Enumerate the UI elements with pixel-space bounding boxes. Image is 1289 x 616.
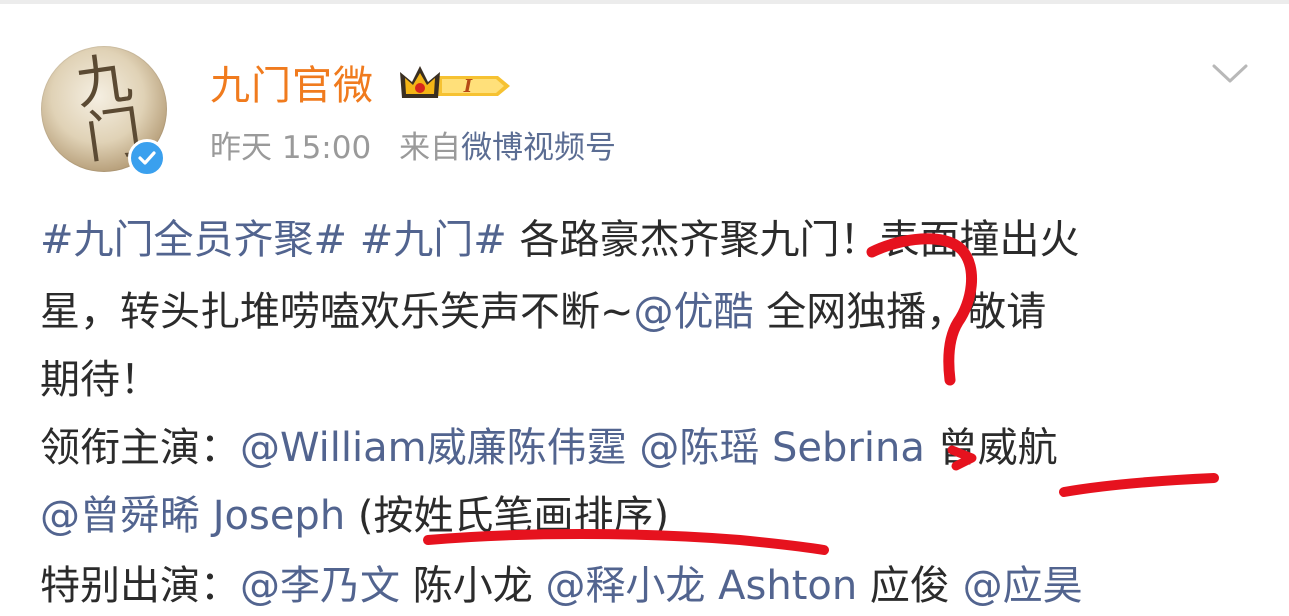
top-divider [0, 0, 1289, 4]
post-meta: 昨天 15:00 来自微博视频号 [210, 128, 616, 168]
verified-check-icon [128, 139, 166, 177]
hashtag-link[interactable]: #九门# [360, 217, 507, 263]
username[interactable]: 九门官微 [210, 60, 374, 112]
mention-link[interactable]: @释小龙 Ashton [545, 563, 857, 609]
text-span: 曾威航 [924, 425, 1058, 471]
mention-link[interactable]: @William威廉陈伟霆 [240, 425, 627, 471]
post-text-line-1: #九门全员齐聚# #九门# 各路豪杰齐聚九门！表面撞出火 [40, 210, 1080, 270]
cast-label: 特别出演： [40, 563, 240, 609]
hashtag-link[interactable]: #九门全员齐聚# [40, 217, 347, 263]
text-span: (按姓氏笔画排序) [345, 493, 670, 539]
text-span: 期待！ [40, 357, 160, 403]
cast-label: 领衔主演： [40, 425, 240, 471]
vip-level: I [463, 76, 473, 97]
mention-link[interactable]: @李乃文 [240, 563, 400, 609]
post-text-line-4: 领衔主演：@William威廉陈伟霆 @陈瑶 Sebrina 曾威航 [40, 418, 1058, 478]
annotation-underline [1059, 473, 1219, 497]
from-prefix: 来自 [399, 130, 462, 166]
mention-link[interactable]: @曾舜晞 Joseph [40, 493, 345, 539]
post-text-line-3: 期待！ [40, 350, 160, 410]
post-text-line-6: 特别出演：@李乃文 陈小龙 @释小龙 Ashton 应俊 @应昊 [40, 556, 1083, 616]
mention-link[interactable]: @应昊 [963, 563, 1083, 609]
text-span: 全网独播，敬请 [753, 289, 1047, 335]
chevron-down-icon[interactable] [1211, 62, 1249, 90]
mention-link[interactable]: @优酷 [634, 289, 754, 335]
crown-vip-icon[interactable]: I [398, 64, 516, 112]
post-time: 昨天 15:00 [210, 130, 372, 166]
mention-link[interactable]: @陈瑶 Sebrina [639, 425, 925, 471]
post-text-line-2: 星，转头扎堆唠嗑欢乐笑声不断~@优酷 全网独播，敬请 [40, 282, 1046, 342]
text-span: 应俊 [857, 563, 963, 609]
text-span: 星，转头扎堆唠嗑欢乐笑声不断~ [40, 289, 634, 335]
text-span: 各路豪杰齐聚九门！表面撞出火 [506, 217, 1080, 263]
text-span: 陈小龙 [400, 563, 546, 609]
post-text-line-5: @曾舜晞 Joseph (按姓氏笔画排序) [40, 486, 669, 546]
post-source[interactable]: 微博视频号 [461, 130, 616, 166]
